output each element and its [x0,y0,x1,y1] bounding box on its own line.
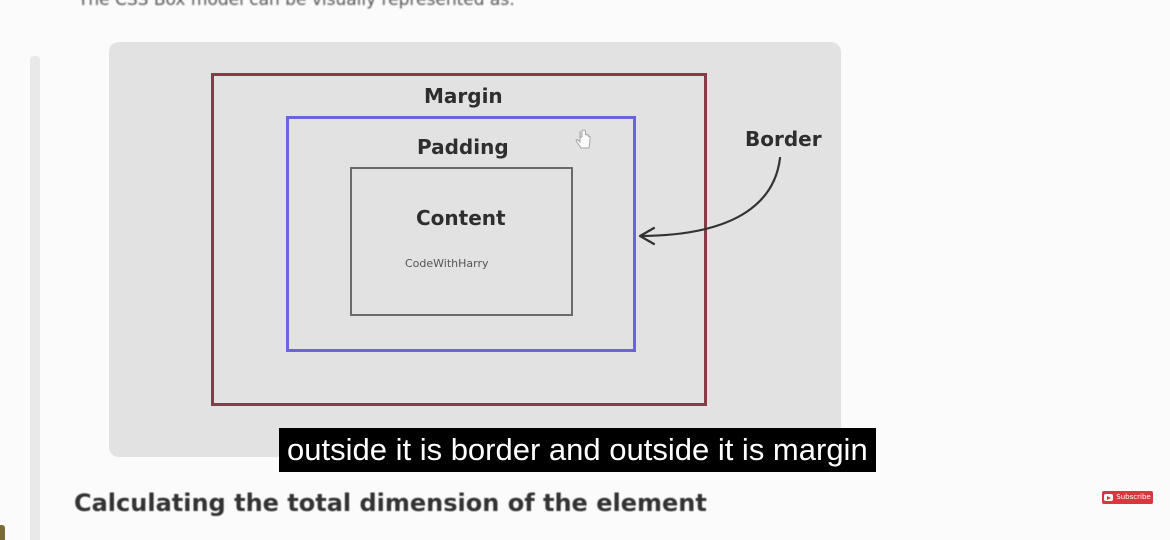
content-box [350,167,573,316]
left-edge-marker [0,525,5,540]
page-left-rail [30,56,40,540]
content-sublabel: CodeWithHarry [405,257,489,270]
video-subtitle: outside it is border and outside it is m… [279,428,876,472]
border-arrow-icon [638,156,782,246]
intro-text: The CSS Box model can be visually repres… [78,0,515,10]
section-heading: Calculating the total dimension of the e… [74,489,707,517]
subscribe-button[interactable]: Subscribe [1102,491,1153,504]
youtube-play-icon [1104,494,1114,501]
margin-label: Margin [424,84,503,108]
subscribe-label: Subscribe [1116,493,1151,501]
border-label: Border [745,127,822,151]
padding-label: Padding [417,135,509,159]
hand-cursor-icon [575,129,591,149]
content-label: Content [416,206,506,230]
